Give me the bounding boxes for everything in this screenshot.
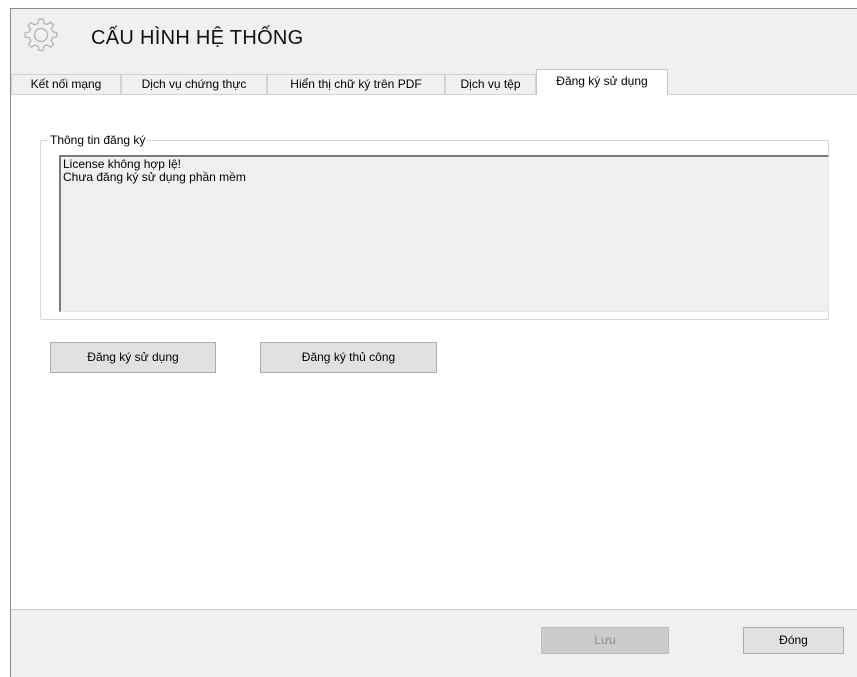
tab-strip: Kết nối mạng Dịch vụ chứng thực Hiển thị… bbox=[11, 68, 857, 95]
gear-icon bbox=[22, 16, 60, 54]
page-title: CẤU HÌNH HỆ THỐNG bbox=[91, 27, 304, 49]
tab-file-service[interactable]: Dịch vụ tệp bbox=[445, 74, 536, 94]
register-button[interactable]: Đăng ký sử dụng bbox=[50, 342, 216, 373]
config-window: CẤU HÌNH HỆ THỐNG Kết nối mạng Dịch vụ c… bbox=[10, 8, 857, 677]
license-info-textbox[interactable]: License không hợp lệ! Chưa đăng ký sử dụ… bbox=[59, 155, 829, 312]
group-label: Thông tin đăng ký bbox=[48, 133, 148, 147]
close-button[interactable]: Đóng bbox=[743, 627, 844, 654]
registration-info-group: Thông tin đăng ký License không hợp lệ! … bbox=[40, 133, 829, 320]
tab-authentication-service[interactable]: Dịch vụ chứng thực bbox=[121, 74, 267, 94]
tab-pdf-signature-display[interactable]: Hiển thị chữ ký trên PDF bbox=[267, 74, 445, 94]
registration-panel: Thông tin đăng ký License không hợp lệ! … bbox=[11, 94, 857, 610]
tab-registration[interactable]: Đăng ký sử dụng bbox=[536, 69, 668, 95]
save-button[interactable]: Lưu bbox=[541, 627, 669, 654]
manual-register-button[interactable]: Đăng ký thủ công bbox=[260, 342, 437, 373]
registration-status-line: Chưa đăng ký sử dụng phần mềm bbox=[63, 170, 246, 184]
tab-network[interactable]: Kết nối mạng bbox=[11, 74, 121, 94]
dialog-header: CẤU HÌNH HỆ THỐNG bbox=[11, 9, 857, 69]
